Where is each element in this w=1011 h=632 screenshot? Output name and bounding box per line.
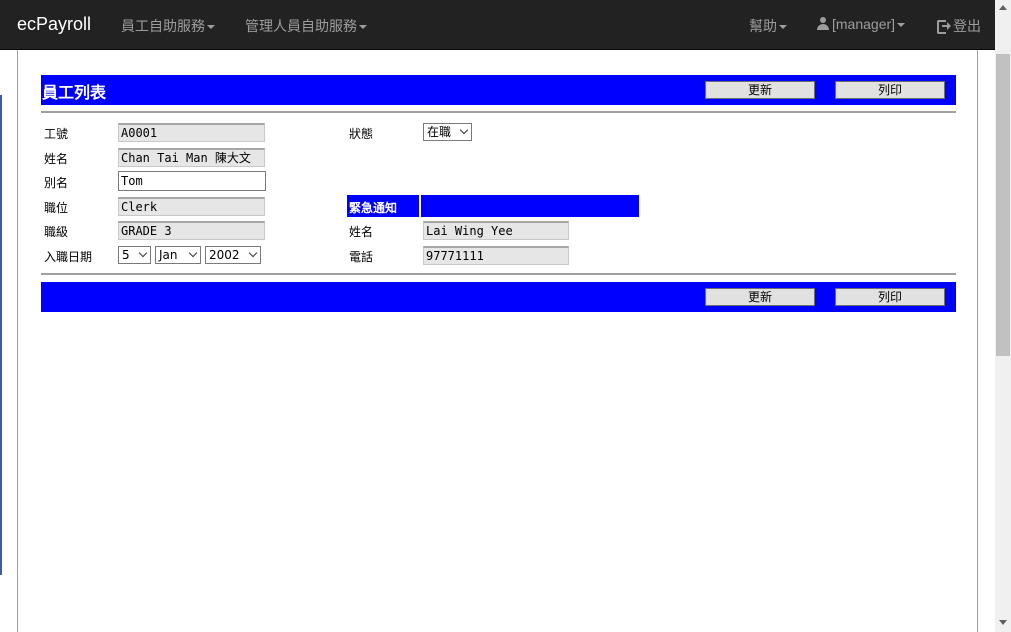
grade-field: GRADE 3 (118, 221, 265, 240)
join-month-select[interactable]: Jan (155, 246, 201, 264)
menu-employee-self-service[interactable]: 員工自助服務 (121, 16, 215, 36)
user-icon (817, 17, 829, 30)
divider-top (41, 111, 956, 113)
menu-manager-label: 管理人員自助服務 (245, 18, 357, 34)
header-separator (419, 195, 421, 217)
page-title: 員工列表 (42, 83, 107, 102)
alias-label: 別名 (44, 176, 69, 190)
chevron-down-icon (248, 248, 258, 258)
print-button-bottom[interactable]: 列印 (835, 288, 945, 306)
divider-bottom (41, 273, 956, 275)
join-day-value: 5 (122, 248, 130, 262)
status-label: 狀態 (349, 127, 374, 141)
join-date-label: 入職日期 (44, 250, 93, 264)
emergency-name-field: Lai Wing Yee (423, 221, 569, 240)
chevron-down-icon (459, 125, 469, 135)
name-field: Chan Tai Man 陳大文 (118, 148, 265, 167)
caret-down-icon (897, 23, 906, 28)
status-select[interactable]: 在職 (423, 123, 472, 141)
menu-user-label: [manager] (832, 16, 896, 32)
scroll-thumb[interactable] (996, 54, 1010, 356)
scroll-down-icon[interactable] (999, 620, 1007, 625)
emergency-name-label: 姓名 (349, 225, 374, 239)
left-edge-strip (0, 95, 2, 575)
menu-help[interactable]: 幫助 (749, 16, 787, 36)
brand-logo[interactable]: ecPayroll (17, 14, 91, 35)
vertical-scrollbar[interactable] (995, 0, 1011, 632)
join-year-value: 2002 (209, 248, 240, 262)
caret-down-icon (359, 25, 367, 30)
position-label: 職位 (44, 201, 69, 215)
update-button-top[interactable]: 更新 (705, 81, 815, 99)
join-day-select[interactable]: 5 (118, 246, 151, 264)
emergency-phone-label: 電話 (349, 250, 374, 264)
menu-user[interactable]: [manager] (817, 16, 906, 32)
print-button-top[interactable]: 列印 (835, 81, 945, 99)
alias-input[interactable]: Tom (118, 171, 266, 191)
caret-down-icon (207, 25, 215, 30)
menu-manager-self-service[interactable]: 管理人員自助服務 (245, 16, 367, 36)
caret-down-icon (779, 25, 787, 30)
logout-link[interactable]: 登出 (937, 16, 981, 36)
logout-label: 登出 (953, 18, 981, 34)
position-field: Clerk (118, 197, 265, 216)
emergency-contact-header: 緊急通知 (347, 195, 639, 217)
name-label: 姓名 (44, 152, 69, 166)
update-button-bottom[interactable]: 更新 (705, 288, 815, 306)
employee-id-label: 工號 (44, 127, 69, 141)
top-navbar: ecPayroll 員工自助服務 管理人員自助服務 幫助 [manager] 登… (0, 0, 995, 50)
status-value: 在職 (427, 125, 452, 139)
employee-id-field: A0001 (118, 123, 265, 142)
logout-icon (937, 20, 951, 34)
footer-bar: 更新 列印 (41, 282, 956, 312)
join-month-value: Jan (159, 248, 178, 262)
scroll-up-icon[interactable] (999, 5, 1007, 10)
chevron-down-icon (188, 248, 198, 258)
menu-employee-label: 員工自助服務 (121, 18, 205, 34)
emergency-phone-field: 97771111 (423, 246, 569, 265)
title-bar: 員工列表 更新 列印 (41, 75, 956, 105)
join-year-select[interactable]: 2002 (205, 246, 261, 264)
chevron-down-icon (138, 248, 148, 258)
emergency-contact-title: 緊急通知 (349, 201, 398, 215)
menu-help-label: 幫助 (749, 18, 777, 34)
grade-label: 職級 (44, 225, 69, 239)
